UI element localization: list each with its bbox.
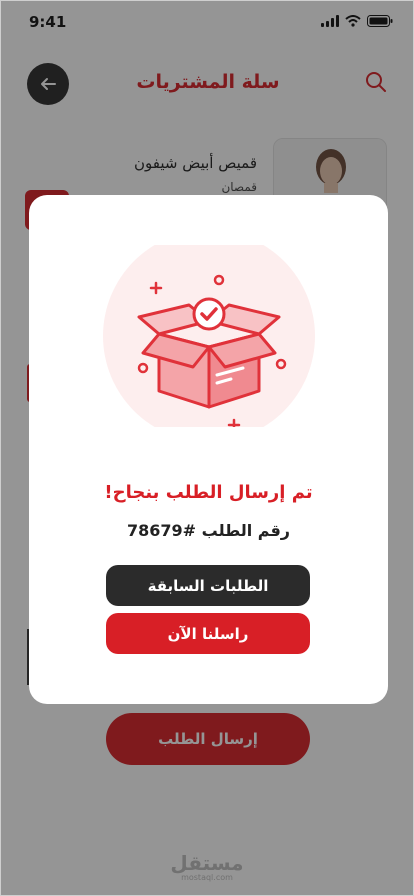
success-title: تم إرسال الطلب بنجاح! — [104, 482, 313, 503]
previous-orders-button[interactable]: الطلبات السابقة — [106, 565, 310, 606]
success-modal: تم إرسال الطلب بنجاح! رقم الطلب #78679 ا… — [29, 195, 388, 704]
contact-us-button[interactable]: راسلنا الآن — [106, 613, 310, 654]
app-screen: 9:41 سلة المشتريات قميص أبيض شيفون قمصان… — [0, 0, 414, 896]
open-box-check-icon — [103, 245, 315, 427]
order-number: رقم الطلب #78679 — [127, 521, 290, 540]
